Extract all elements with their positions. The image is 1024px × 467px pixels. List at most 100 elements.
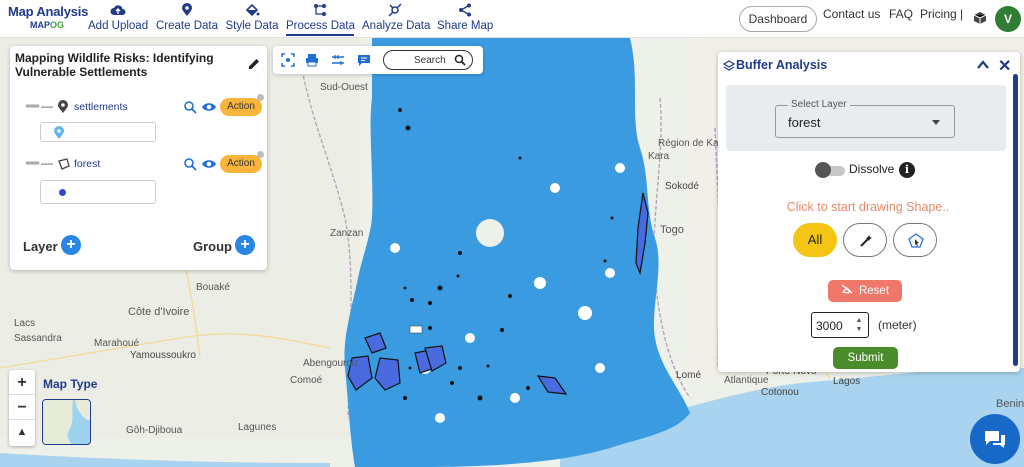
share-icon (437, 3, 493, 19)
map-pin-icon (156, 3, 218, 19)
process-nodes-icon (286, 3, 354, 19)
logo-subtitle-accent: OG (50, 20, 65, 30)
nav-style-data[interactable]: Style Data (225, 3, 279, 36)
layer-action-button[interactable]: Action (220, 98, 262, 116)
select-layer-card: Select Layer forest (726, 85, 1006, 151)
chat-bubble-icon (985, 431, 1005, 448)
map-label: Lomé (676, 370, 702, 381)
nav-process-data-label: Process Data (286, 20, 356, 32)
fullscreen-icon[interactable] (281, 53, 295, 67)
map-label: Lagunes (238, 422, 277, 433)
magic-draw-icon (860, 235, 872, 247)
polygon-layer-icon (57, 157, 71, 171)
measure-icon[interactable] (331, 53, 345, 67)
layer-name-settlements[interactable]: settlements (74, 101, 128, 113)
toggle-knob (815, 162, 831, 178)
map-type-label: Map Type (43, 377, 98, 391)
collapse-icon[interactable]: — (41, 99, 53, 113)
nav-analyze-data[interactable]: Analyze Data (362, 3, 431, 36)
settlements-legend-swatch[interactable] (40, 122, 156, 142)
selected-layer-value: forest (788, 115, 821, 130)
zoom-to-layer-icon[interactable] (183, 100, 197, 114)
dissolve-toggle[interactable] (815, 162, 845, 178)
zoom-out-button[interactable]: − (9, 395, 35, 420)
reset-label: Reset (858, 285, 890, 297)
nav-add-upload-label: Add Upload (88, 20, 149, 32)
dissolve-label: Dissolve (849, 162, 895, 176)
map-project-title: Mapping Wildlife Risks: Identifying Vuln… (15, 51, 214, 79)
layer-status-dot (257, 94, 264, 101)
buffer-distance-value: 3000 (816, 319, 843, 333)
layer-action-button[interactable]: Action (220, 155, 262, 173)
map-type-thumbnail[interactable] (42, 399, 91, 445)
submit-button[interactable]: Submit (833, 347, 898, 369)
map-label: Sassandra (14, 333, 62, 344)
visibility-eye-icon[interactable] (201, 100, 217, 114)
nav-add-upload[interactable]: Add Upload (88, 3, 148, 36)
draw-polygon-button[interactable] (893, 223, 937, 257)
search-icon (454, 54, 466, 66)
print-icon[interactable] (305, 53, 319, 67)
map-label: Lagos (833, 376, 861, 387)
chevron-up-icon[interactable] (976, 58, 990, 70)
faq-link[interactable]: FAQ (889, 7, 913, 21)
nav-style-data-label: Style Data (225, 20, 279, 32)
reset-button[interactable]: Reset (828, 280, 902, 302)
cube-icon[interactable] (973, 11, 987, 25)
app-logo[interactable]: Map Analysis MAPOG (8, 4, 88, 34)
map-label: Côte d'Ivoire (128, 306, 190, 318)
panel-scrollbar[interactable] (1013, 74, 1018, 366)
map-toolbar: Search (273, 46, 483, 74)
collapse-icon[interactable]: — (41, 156, 53, 170)
select-layer-dropdown[interactable]: Select Layer forest (775, 99, 955, 138)
logo-subtitle-main: MAP (30, 20, 50, 30)
layer-name-forest[interactable]: forest (74, 158, 100, 170)
info-icon[interactable]: i (899, 162, 915, 178)
nav-share-map-label: Share Map (437, 20, 494, 32)
map-label: Yamoussoukro (130, 350, 196, 361)
visibility-eye-icon[interactable] (201, 157, 217, 171)
settlements-symbol-icon (54, 126, 64, 139)
layer-row-settlements[interactable]: ══ — settlements Action (24, 94, 264, 118)
edit-pencil-icon[interactable] (247, 57, 261, 71)
analyze-icon (362, 3, 428, 19)
add-group-button[interactable]: + (235, 235, 255, 255)
zoom-controls: + − ▲ (9, 370, 35, 446)
buffer-distance-input[interactable]: 3000 ▲ ▼ (811, 312, 869, 338)
select-all-button[interactable]: All (793, 223, 837, 257)
zoom-in-button[interactable]: + (9, 370, 35, 395)
forest-legend-swatch[interactable] (40, 180, 156, 204)
nav-share-map[interactable]: Share Map (437, 3, 493, 36)
map-label: Abengourou (303, 358, 358, 369)
layer-row-forest[interactable]: ══ — forest Action (24, 151, 264, 175)
point-layer-icon (57, 100, 71, 114)
drag-handle-icon[interactable]: ══ (26, 101, 39, 112)
contact-us-link[interactable]: Contact us (823, 7, 880, 21)
polygon-select-icon (908, 233, 924, 248)
chat-support-button[interactable] (970, 414, 1020, 464)
number-spinner-icon[interactable]: ▲ ▼ (853, 316, 865, 334)
map-label: Kara (648, 151, 670, 162)
map-label: Bouaké (196, 282, 230, 293)
distance-unit-label: (meter) (878, 318, 917, 332)
buffer-panel-title: Buffer Analysis (736, 58, 828, 72)
draw-freehand-button[interactable] (843, 223, 887, 257)
map-label: Cotonou (761, 387, 799, 398)
zoom-to-layer-icon[interactable] (183, 157, 197, 171)
map-search-button[interactable]: Search (383, 50, 473, 70)
nav-create-data[interactable]: Create Data (156, 3, 218, 36)
map-label: Atlantique (724, 375, 769, 386)
drag-handle-icon[interactable]: ══ (26, 158, 39, 169)
dashboard-button[interactable]: Dashboard (739, 6, 817, 32)
reset-north-icon[interactable]: ▲ (9, 420, 35, 445)
pricing-link[interactable]: Pricing | (920, 7, 963, 21)
select-layer-label: Select Layer (788, 99, 850, 110)
nav-analyze-data-label: Analyze Data (362, 20, 431, 32)
comment-icon[interactable] (357, 53, 371, 67)
close-icon[interactable]: ✕ (998, 56, 1011, 76)
add-layer-button[interactable]: + (61, 235, 81, 255)
map-label: Sud-Ouest (320, 82, 368, 93)
user-avatar[interactable]: V (995, 6, 1021, 32)
nav-process-data[interactable]: Process Data (286, 3, 356, 36)
group-section-label: Group (193, 239, 232, 254)
